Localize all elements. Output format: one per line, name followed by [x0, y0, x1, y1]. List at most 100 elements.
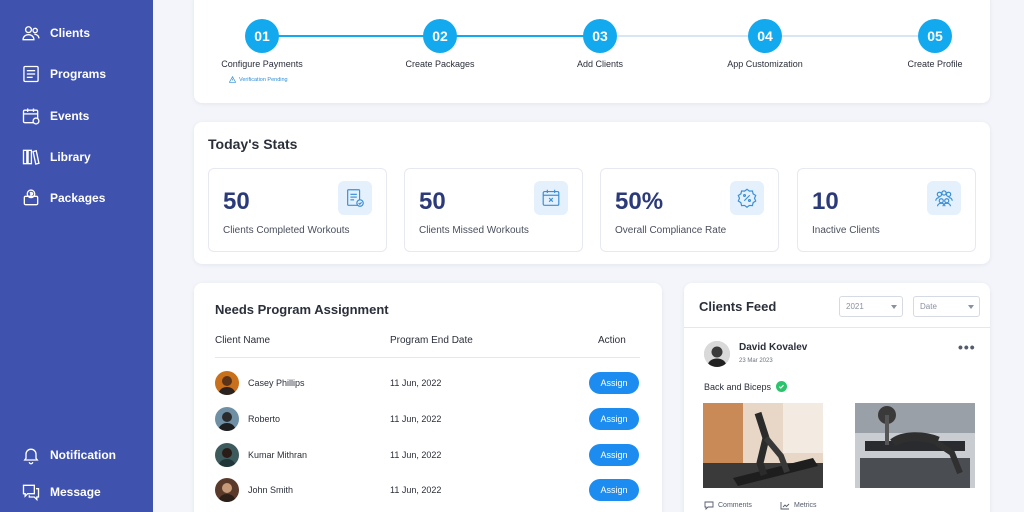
assign-button[interactable]: Assign — [589, 444, 639, 466]
metrics-label: Metrics — [794, 502, 817, 509]
sidebar: Clients Programs Events Library Packages… — [0, 0, 153, 512]
clipboard-check-icon — [338, 181, 372, 215]
column-header-end-date: Program End Date — [390, 335, 473, 346]
workout-name: Back and Biceps — [704, 381, 772, 392]
step-2-label: Create Packages — [405, 59, 475, 69]
year-select[interactable]: 2021 — [839, 296, 903, 317]
step-3-label: Add Clients — [576, 59, 624, 69]
check-icon — [776, 381, 788, 392]
list-icon — [20, 63, 42, 85]
workout-title: Back and Biceps — [704, 381, 788, 392]
post-date: 23 Mar 2023 — [739, 358, 773, 364]
sidebar-item-message[interactable]: Message — [20, 481, 101, 503]
year-select-value: 2021 — [846, 302, 864, 311]
sidebar-item-notification[interactable]: Notification — [20, 444, 116, 466]
package-icon — [20, 187, 42, 209]
stat-label: Overall Compliance Rate — [615, 225, 727, 236]
warning-icon — [229, 76, 236, 83]
comment-icon — [704, 501, 714, 510]
chevron-down-icon — [968, 305, 974, 309]
sidebar-item-packages[interactable]: Packages — [20, 187, 105, 209]
column-header-client-name: Client Name — [215, 335, 271, 346]
step-5-circle[interactable]: 05 — [918, 19, 952, 53]
post-author[interactable]: David Kovalev — [739, 342, 807, 353]
bell-icon — [20, 444, 42, 466]
todays-stats: Today's Stats 50 Clients Completed Worko… — [194, 122, 990, 264]
section-title: Needs Program Assignment — [215, 302, 389, 317]
users-icon — [20, 22, 42, 44]
calendar-x-icon — [534, 181, 568, 215]
metrics-button[interactable]: Metrics — [780, 501, 817, 510]
program-end-date: 11 Jun, 2022 — [390, 450, 442, 460]
verification-status-text: Verification Pending — [239, 76, 288, 83]
client-name: Casey Phillips — [248, 378, 305, 388]
step-1-circle[interactable]: 01 — [245, 19, 279, 53]
step-5-label: Create Profile — [907, 59, 963, 69]
sidebar-item-library[interactable]: Library — [20, 146, 91, 168]
stat-card-completed[interactable]: 50 Clients Completed Workouts — [208, 168, 387, 252]
stat-value: 10 — [812, 188, 839, 215]
stat-card-inactive[interactable]: 10 Inactive Clients — [797, 168, 976, 252]
sidebar-item-label: Events — [50, 109, 90, 123]
stat-card-missed[interactable]: 50 Clients Missed Workouts — [404, 168, 583, 252]
column-header-action: Action — [598, 335, 626, 346]
table-row: John Smith 11 Jun, 2022 Assign — [215, 476, 640, 504]
date-select-value: Date — [920, 302, 937, 311]
comments-label: Comments — [718, 502, 752, 509]
table-row: Casey Phillips 11 Jun, 2022 Assign — [215, 369, 640, 397]
avatar — [215, 443, 239, 467]
sidebar-item-label: Library — [50, 150, 91, 164]
needs-program-assignment: Needs Program Assignment Client Name Pro… — [194, 283, 662, 512]
step-4-label: App Customization — [727, 59, 803, 69]
workout-photo[interactable] — [703, 403, 823, 488]
table-row: Roberto 11 Jun, 2022 Assign — [215, 405, 640, 433]
date-select[interactable]: Date — [913, 296, 980, 317]
workout-photo[interactable] — [855, 403, 975, 488]
avatar — [215, 407, 239, 431]
sidebar-item-label: Packages — [50, 191, 106, 205]
assign-button[interactable]: Assign — [589, 408, 639, 430]
sidebar-item-label: Notification — [50, 448, 116, 462]
metrics-icon — [780, 502, 790, 510]
divider — [215, 357, 640, 358]
step-3-circle[interactable]: 03 — [583, 19, 617, 53]
stat-label: Inactive Clients — [812, 225, 880, 236]
step-2-circle[interactable]: 02 — [423, 19, 457, 53]
section-title: Clients Feed — [699, 299, 777, 314]
avatar — [215, 478, 239, 502]
group-icon — [927, 181, 961, 215]
sidebar-item-label: Clients — [50, 26, 91, 40]
program-end-date: 11 Jun, 2022 — [390, 485, 442, 495]
stat-label: Clients Missed Workouts — [419, 225, 529, 236]
clients-feed: Clients Feed 2021 Date David Kovalev 23 … — [684, 283, 990, 512]
avatar — [215, 371, 239, 395]
table-row: Kumar Mithran 11 Jun, 2022 Assign — [215, 441, 640, 469]
sidebar-item-programs[interactable]: Programs — [20, 63, 106, 85]
more-options-icon[interactable]: ••• — [958, 339, 976, 355]
comments-button[interactable]: Comments — [704, 501, 752, 510]
assign-button[interactable]: Assign — [589, 372, 639, 394]
sidebar-item-events[interactable]: Events — [20, 105, 89, 127]
chat-icon — [20, 481, 42, 503]
stat-value: 50% — [615, 188, 664, 215]
percent-badge-icon — [730, 181, 764, 215]
program-end-date: 11 Jun, 2022 — [390, 414, 442, 424]
chevron-down-icon — [891, 305, 897, 309]
books-icon — [20, 146, 42, 168]
stat-label: Clients Completed Workouts — [223, 225, 350, 236]
sidebar-item-label: Message — [50, 485, 101, 499]
verification-status[interactable]: Verification Pending — [229, 76, 288, 83]
avatar[interactable] — [704, 341, 730, 367]
program-end-date: 11 Jun, 2022 — [390, 378, 442, 388]
stat-value: 50 — [419, 188, 446, 215]
stat-value: 50 — [223, 188, 250, 215]
client-name: Roberto — [248, 414, 281, 424]
divider — [684, 327, 990, 328]
sidebar-item-clients[interactable]: Clients — [20, 22, 90, 44]
client-name: John Smith — [248, 485, 294, 495]
sidebar-item-label: Programs — [50, 67, 107, 81]
step-4-circle[interactable]: 04 — [748, 19, 782, 53]
step-1-label: Configure Payments — [221, 59, 303, 69]
assign-button[interactable]: Assign — [589, 479, 639, 501]
stat-card-compliance[interactable]: 50% Overall Compliance Rate — [600, 168, 779, 252]
